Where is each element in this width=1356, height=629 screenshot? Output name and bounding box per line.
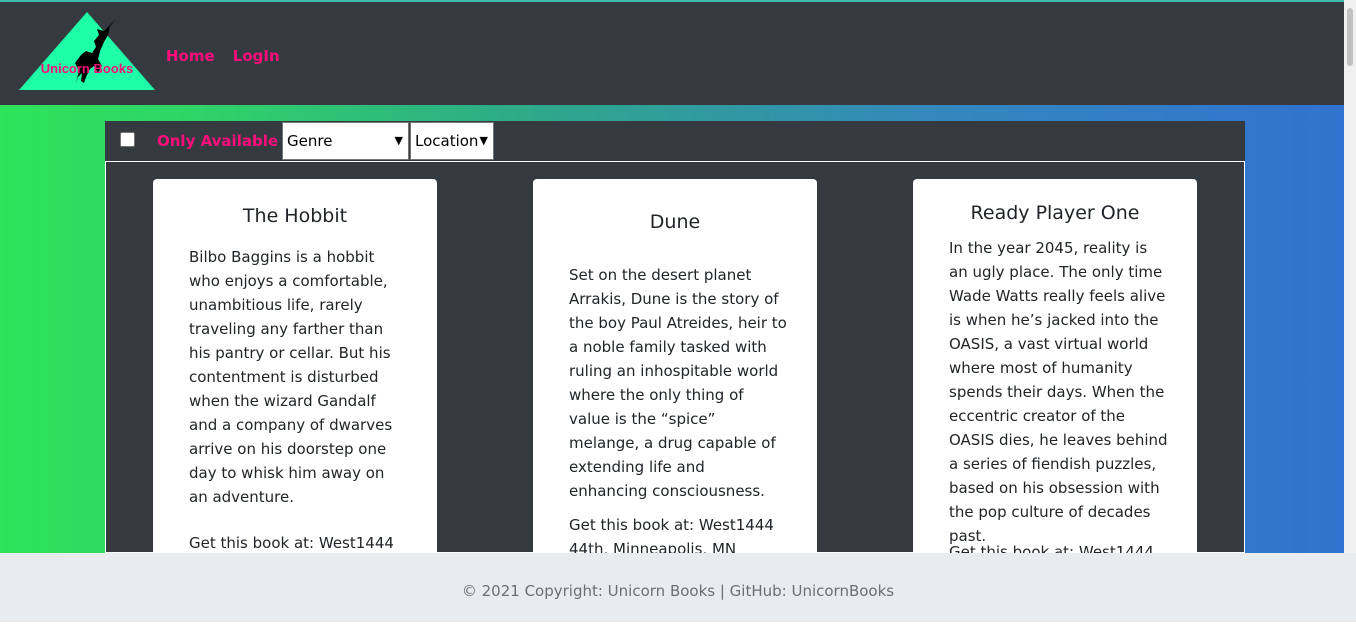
book-card-dune: Dune Set on the desert planet Arrakis, D… [533,179,817,599]
logo-text: Unicorn Books [41,61,133,76]
unicorn-books-logo[interactable]: Unicorn Books [18,11,156,91]
book-title: Ready Player One [970,202,1140,224]
book-title: The Hobbit [242,205,348,227]
book-description: Set on the desert planet Arrakis, Dune i… [569,266,787,500]
only-available-checkbox[interactable] [120,132,135,147]
navbar: Unicorn Books Home LogIn [0,0,1344,105]
logo-triangle [19,12,155,90]
chevron-down-icon: ▼ [479,134,488,147]
genre-select[interactable]: Genre ▼ [282,122,409,160]
nav-home-link[interactable]: Home [166,47,215,65]
only-available-label[interactable]: Only Available [157,132,278,150]
genre-select-value: Genre [287,132,333,150]
books-container: Only Available Genre ▼ Location ▼ The Ho… [105,121,1245,599]
book-location: Get this book at: West1444 [189,534,394,552]
footer-copyright: © 2021 Copyright: Unicorn Books | GitHub… [461,582,895,600]
nav-links: Home LogIn [166,46,293,65]
book-description: In the year 2045, reality is an ugly pla… [949,239,1168,545]
filter-bar: Only Available Genre ▼ Location ▼ [105,121,1245,161]
nav-login-link[interactable]: LogIn [233,47,280,65]
chevron-down-icon: ▼ [394,134,403,147]
page-scrollbar[interactable] [1344,0,1356,553]
footer: © 2021 Copyright: Unicorn Books | GitHub… [0,553,1356,622]
main-background: Only Available Genre ▼ Location ▼ The Ho… [0,105,1344,599]
book-description: Bilbo Baggins is a hobbit who enjoys a c… [189,248,393,506]
book-card-hobbit: The Hobbit Bilbo Baggins is a hobbit who… [153,179,437,599]
location-select-value: Location [415,132,479,150]
scrollbar-thumb[interactable] [1347,8,1353,66]
book-title: Dune [649,211,701,233]
book-card-ready-player-one: Ready Player One In the year 2045, reali… [913,179,1197,599]
card-area: The Hobbit Bilbo Baggins is a hobbit who… [105,161,1245,599]
location-select[interactable]: Location ▼ [410,122,494,160]
